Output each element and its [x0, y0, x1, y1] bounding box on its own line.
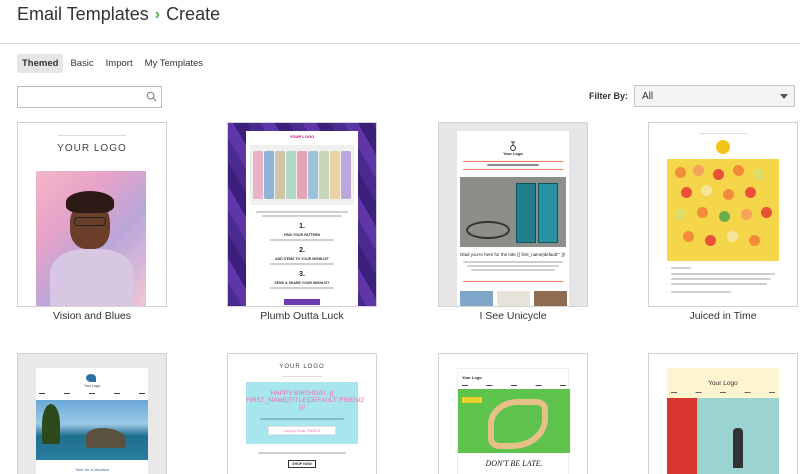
- preview-hero-image: [667, 398, 779, 474]
- template-card-i-see-unicycle[interactable]: Your Logo Glad you're here for the ride …: [438, 122, 588, 307]
- preview-greeting: HAPPY BIRTHDAY, {{ FIRST_NAME|TITLE|DEFA…: [246, 390, 365, 411]
- preview-caption: Time for a Vacation: [74, 467, 110, 472]
- preview-logo: Your Logo: [462, 375, 482, 380]
- preview-email-body: YOUR LOGO 1. FIND YOUR PATTERN 2. ADD IT…: [246, 131, 358, 306]
- preview-headline: Glad you're here for the ride {{ first_n…: [460, 252, 566, 257]
- template-title[interactable]: I See Unicycle: [438, 310, 588, 322]
- unicycle-icon: [510, 141, 516, 151]
- breadcrumb: Email Templates › Create: [17, 4, 220, 25]
- preview-email-body: Your Logo ▬▬ ▬▬ ▬▬ ▬▬ ▬▬: [667, 368, 779, 474]
- preview-hero-panel: HAPPY BIRTHDAY, {{ FIRST_NAME|TITLE|DEFA…: [246, 382, 365, 444]
- template-title[interactable]: Vision and Blues: [17, 310, 167, 322]
- search-icon[interactable]: [146, 91, 157, 102]
- template-card-plumb-outta-luck[interactable]: YOUR LOGO 1. FIND YOUR PATTERN 2. ADD IT…: [227, 122, 377, 307]
- preview-cta-button: [284, 299, 320, 305]
- tab-basic[interactable]: Basic: [65, 54, 98, 73]
- breadcrumb-current: Create: [166, 4, 221, 24]
- filter-select[interactable]: All: [634, 85, 795, 107]
- preview-logo: YOUR LOGO: [279, 364, 325, 370]
- preview-email-body: Your Logo Glad you're here for the ride …: [457, 131, 569, 306]
- preview-preheader: [58, 135, 126, 136]
- filter-label: Filter By:: [589, 91, 629, 101]
- apple-icon: [716, 140, 730, 154]
- preview-hero-image: [458, 389, 570, 453]
- template-card-juiced-in-time[interactable]: [648, 122, 798, 307]
- breadcrumb-root[interactable]: Email Templates: [17, 4, 149, 25]
- template-title[interactable]: Plumb Outta Luck: [227, 310, 377, 322]
- breadcrumb-separator-icon: ›: [154, 5, 161, 23]
- template-card-dont-be-late[interactable]: Your Logo ▬▬ ▬▬ ▬▬ ▬▬ ▬▬ DON'T BE LATE.: [438, 353, 588, 474]
- search-input[interactable]: [22, 87, 142, 108]
- template-title[interactable]: Juiced in Time: [648, 310, 798, 322]
- tab-import[interactable]: Import: [101, 54, 138, 73]
- preview-nav: ▬▬ ▬▬ ▬▬ ▬▬ ▬▬: [462, 383, 566, 387]
- preview-email-body: Your Logo ▬▬ ▬▬ ▬▬ ▬▬ ▬▬ DON'T BE LATE.: [457, 368, 570, 474]
- page-header: Email Templates › Create: [0, 0, 800, 44]
- preview-tagline: DON'T BE LATE.: [485, 459, 543, 468]
- template-card-red-door[interactable]: Your Logo ▬▬ ▬▬ ▬▬ ▬▬ ▬▬: [648, 353, 798, 474]
- preview-hero-image: [667, 159, 779, 261]
- preview-hero-image: [36, 171, 146, 306]
- template-card-vision-and-blues[interactable]: YOUR LOGO: [17, 122, 167, 307]
- tab-my-templates[interactable]: My Templates: [140, 54, 208, 73]
- preview-hero-image: [460, 177, 566, 247]
- preview-coupon: Coupon Code: TWDCO: [268, 426, 336, 435]
- template-tabs: Themed Basic Import My Templates: [17, 54, 208, 73]
- template-card-birthday[interactable]: YOUR LOGO HAPPY BIRTHDAY, {{ FIRST_NAME|…: [227, 353, 377, 474]
- filter-selected-value: All: [642, 91, 654, 102]
- template-card-vacation[interactable]: Your Logo ▬▬ ▬▬ ▬▬ ▬▬ ▬▬ Time for a Vacation: [17, 353, 167, 474]
- preview-logo: YOUR LOGO: [57, 143, 127, 154]
- preview-nav: ▬▬ ▬▬ ▬▬ ▬▬ ▬▬: [671, 390, 775, 394]
- preview-logo: Your Logo: [503, 151, 523, 156]
- tab-themed[interactable]: Themed: [17, 54, 64, 73]
- preview-logo: YOUR LOGO: [289, 134, 315, 139]
- preview-email-body: Your Logo ▬▬ ▬▬ ▬▬ ▬▬ ▬▬ Time for a Vacation: [36, 368, 148, 474]
- search-box: [17, 86, 162, 108]
- preview-hero-image: [250, 145, 354, 205]
- preview-hero-image: [36, 400, 148, 460]
- chevron-down-icon: [780, 94, 788, 99]
- preview-nav: ▬▬ ▬▬ ▬▬ ▬▬ ▬▬: [39, 391, 145, 395]
- preview-shop-button: SHOP NOW: [288, 460, 316, 468]
- bird-icon: [86, 374, 96, 382]
- preview-logo: Your Logo: [708, 380, 738, 387]
